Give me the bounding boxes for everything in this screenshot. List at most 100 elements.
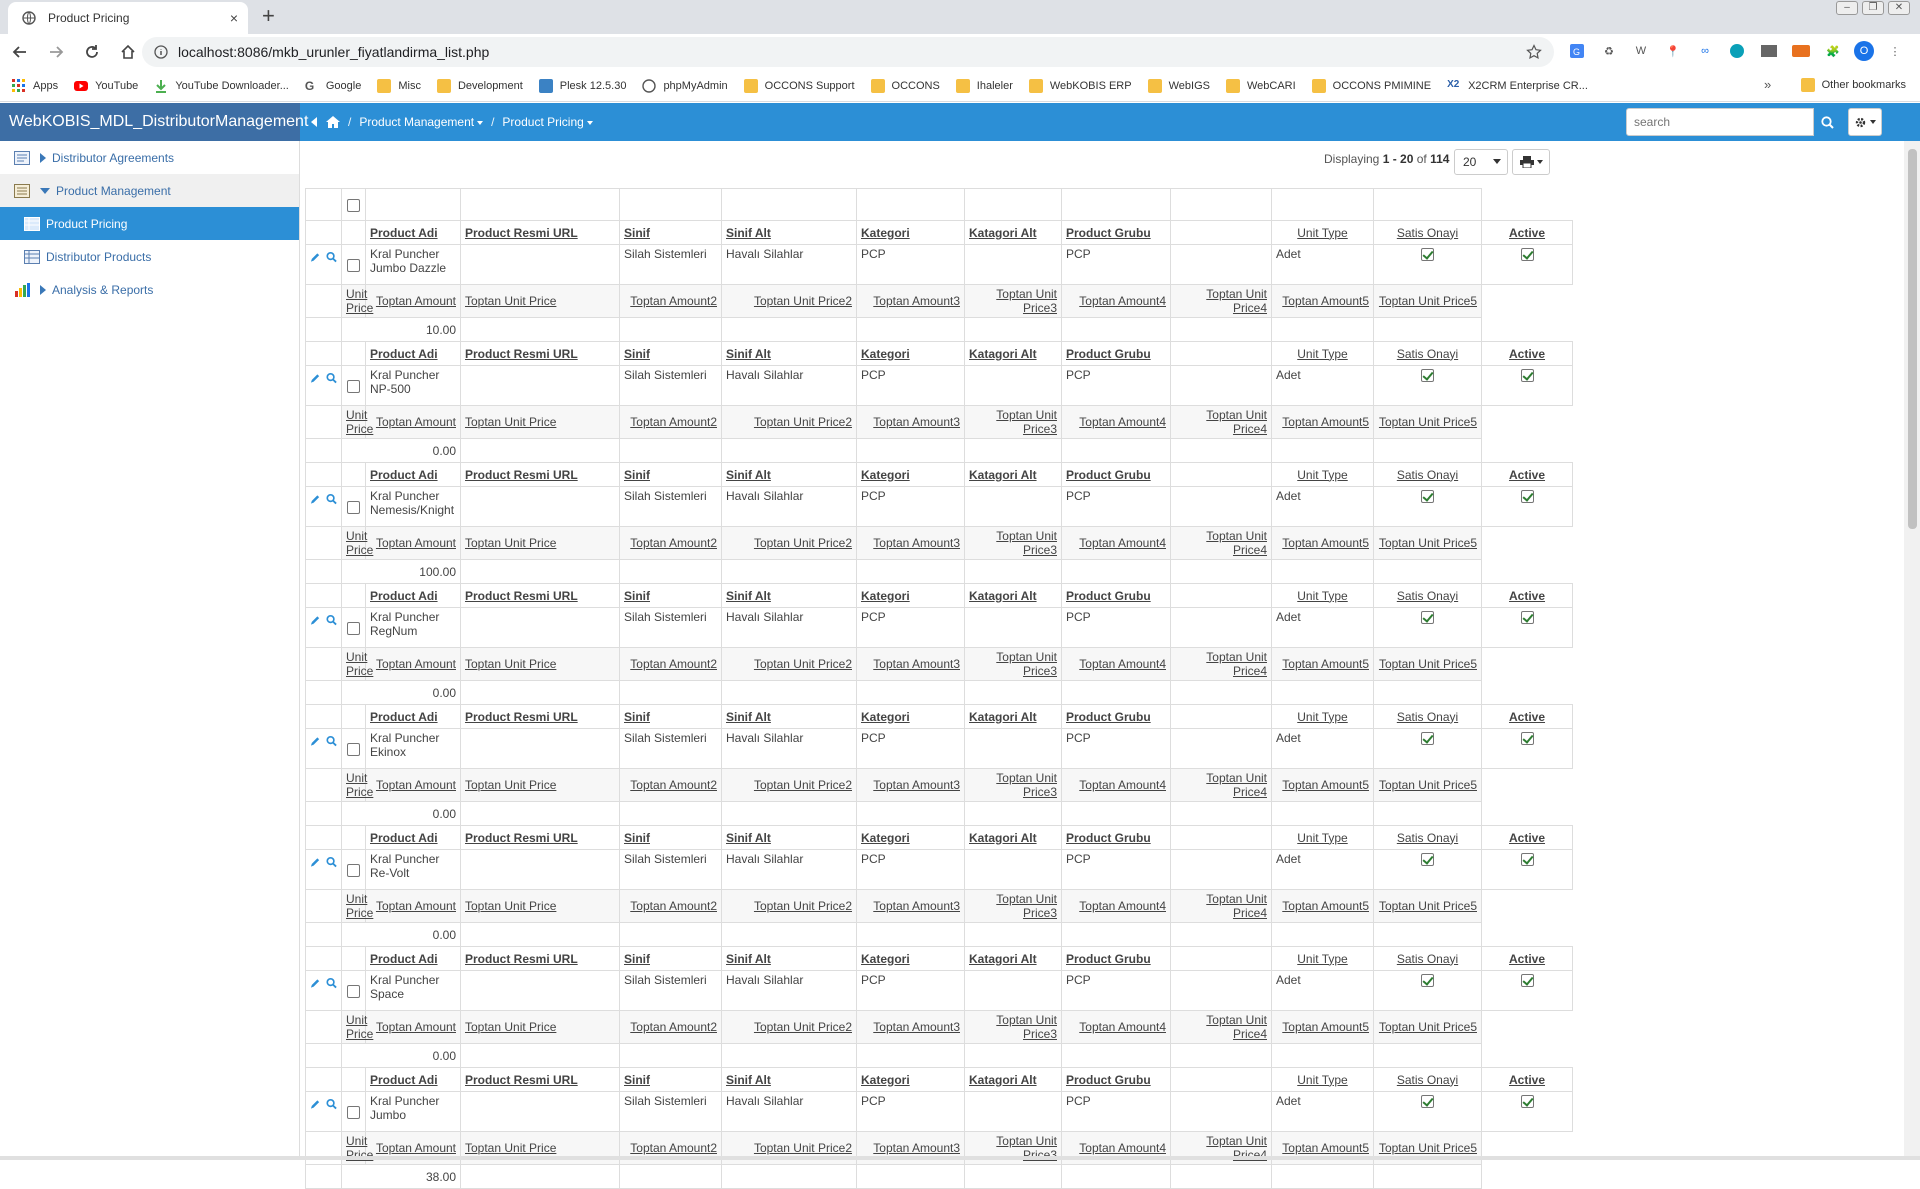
scrollbar-thumb[interactable] [1908,149,1917,529]
bookmark-webigs[interactable]: WebIGS [1147,78,1210,93]
price-header-toptan-unit-price[interactable]: Toptan Unit Price [465,1020,556,1034]
column-header-katagori-alt[interactable]: Katagori Alt [969,226,1037,240]
price-header-toptan-unit-price5[interactable]: Toptan Unit Price5 [1379,294,1477,308]
globe-ext-icon[interactable] [1726,40,1748,62]
row-select-checkbox[interactable] [347,500,360,514]
column-header-active[interactable]: Active [1509,952,1545,966]
price-header-toptan-amount[interactable]: Toptan Amount [376,899,456,913]
satis-onayi-checkbox[interactable] [1421,248,1434,262]
column-header-unit-type[interactable]: Unit Type [1297,347,1347,361]
close-tab-icon[interactable]: × [230,10,238,26]
column-header-sinif-alt[interactable]: Sinif Alt [726,831,771,845]
price-header-toptan-unit-price3[interactable]: Toptan Unit Price3 [996,1013,1057,1041]
column-header-unit-type[interactable]: Unit Type [1297,468,1347,482]
translate-icon[interactable]: G [1566,40,1588,62]
column-header-unit-type[interactable]: Unit Type [1297,710,1347,724]
pin-icon[interactable]: 📍 [1662,40,1684,62]
price-header-toptan-amount[interactable]: Toptan Amount [376,1141,456,1155]
home-icon[interactable] [326,116,340,128]
price-header-toptan-unit-price[interactable]: Toptan Unit Price [465,415,556,429]
edit-pencil-icon[interactable] [310,372,321,384]
price-header-toptan-amount3[interactable]: Toptan Amount3 [873,415,960,429]
price-header-toptan-amount5[interactable]: Toptan Amount5 [1282,657,1369,671]
price-header-toptan-unit-price4[interactable]: Toptan Unit Price4 [1206,529,1267,557]
satis-onayi-checkbox[interactable] [1421,853,1434,867]
horizontal-scrollbar[interactable] [0,1156,1920,1160]
forward-button[interactable] [40,36,72,68]
price-header-toptan-unit-price4[interactable]: Toptan Unit Price4 [1206,287,1267,315]
html-icon[interactable] [1758,40,1780,62]
price-header-toptan-unit-price2[interactable]: Toptan Unit Price2 [754,899,852,913]
bookmark-youtube[interactable]: YouTube [74,79,138,93]
sidebar-item-analysis-reports[interactable]: Analysis & Reports [0,273,299,306]
price-header-toptan-unit-price5[interactable]: Toptan Unit Price5 [1379,778,1477,792]
sidebar-item-distributor-products[interactable]: Distributor Products [0,240,299,273]
edit-pencil-icon[interactable] [310,735,321,747]
bookmark-occons-pmimine[interactable]: OCCONS PMIMINE [1311,78,1431,93]
view-magnifier-icon[interactable] [326,977,337,989]
price-header-toptan-amount4[interactable]: Toptan Amount4 [1079,1020,1166,1034]
price-header-toptan-amount2[interactable]: Toptan Amount2 [630,778,717,792]
active-checkbox[interactable] [1520,369,1534,383]
column-header-active[interactable]: Active [1509,589,1545,603]
active-checkbox[interactable] [1520,974,1534,988]
column-header-product-adi[interactable]: Product Adi [370,831,438,845]
bookmark-youtube-downloader[interactable]: YouTube Downloader... [154,79,289,93]
column-header-product-grubu[interactable]: Product Grubu [1066,468,1151,482]
minimize-icon[interactable]: – [1836,1,1858,15]
column-header-sinif[interactable]: Sinif [624,710,650,724]
active-checkbox[interactable] [1520,732,1534,746]
column-header-satis-onayi[interactable]: Satis Onayi [1397,589,1458,603]
price-header-toptan-unit-price2[interactable]: Toptan Unit Price2 [754,778,852,792]
column-header-product-grubu[interactable]: Product Grubu [1066,952,1151,966]
column-header-product-adi[interactable]: Product Adi [370,347,438,361]
price-header-toptan-amount5[interactable]: Toptan Amount5 [1282,1141,1369,1155]
price-header-toptan-amount4[interactable]: Toptan Amount4 [1079,536,1166,550]
column-header-kategori[interactable]: Kategori [861,226,910,240]
column-header-kategori[interactable]: Kategori [861,468,910,482]
bookmark-occons[interactable]: OCCONS [870,78,940,93]
price-header-toptan-amount3[interactable]: Toptan Amount3 [873,1141,960,1155]
price-header-toptan-unit-price4[interactable]: Toptan Unit Price4 [1206,408,1267,436]
search-button[interactable] [1814,108,1840,136]
column-header-active[interactable]: Active [1509,226,1545,240]
price-header-toptan-unit-price3[interactable]: Toptan Unit Price3 [996,529,1057,557]
column-header-product-resmi-url[interactable]: Product Resmi URL [465,831,578,845]
price-header-toptan-amount2[interactable]: Toptan Amount2 [630,657,717,671]
bookmark-webcari[interactable]: WebCARI [1225,78,1296,93]
column-header-sinif[interactable]: Sinif [624,831,650,845]
edit-pencil-icon[interactable] [310,251,321,263]
column-header-product-resmi-url[interactable]: Product Resmi URL [465,347,578,361]
satis-onayi-checkbox[interactable] [1421,490,1434,504]
row-select-checkbox[interactable] [347,621,360,635]
column-header-product-grubu[interactable]: Product Grubu [1066,226,1151,240]
price-header-toptan-amount5[interactable]: Toptan Amount5 [1282,899,1369,913]
price-header-toptan-amount5[interactable]: Toptan Amount5 [1282,536,1369,550]
price-header-toptan-unit-price[interactable]: Toptan Unit Price [465,294,556,308]
settings-button[interactable] [1848,108,1882,136]
price-header-toptan-amount[interactable]: Toptan Amount [376,294,456,308]
column-header-sinif-alt[interactable]: Sinif Alt [726,347,771,361]
kebab-menu-icon[interactable]: ⋮ [1884,40,1906,62]
recycle-icon[interactable]: ♻ [1598,40,1620,62]
column-header-katagori-alt[interactable]: Katagori Alt [969,1073,1037,1087]
column-header-satis-onayi[interactable]: Satis Onayi [1397,952,1458,966]
price-header-toptan-unit-price5[interactable]: Toptan Unit Price5 [1379,899,1477,913]
price-header-toptan-amount4[interactable]: Toptan Amount4 [1079,294,1166,308]
view-magnifier-icon[interactable] [326,493,337,505]
row-select-checkbox[interactable] [347,379,360,393]
price-header-toptan-amount4[interactable]: Toptan Amount4 [1079,415,1166,429]
row-select-checkbox[interactable] [347,742,360,756]
price-header-toptan-amount3[interactable]: Toptan Amount3 [873,294,960,308]
new-tab-button[interactable]: + [262,5,275,27]
edit-pencil-icon[interactable] [310,1098,321,1110]
sidebar-item-distributor-agreements[interactable]: Distributor Agreements [0,141,299,174]
column-header-product-adi[interactable]: Product Adi [370,952,438,966]
price-header-toptan-unit-price[interactable]: Toptan Unit Price [465,778,556,792]
column-header-product-resmi-url[interactable]: Product Resmi URL [465,468,578,482]
bookmark-apps[interactable]: Apps [12,78,58,93]
column-header-product-adi[interactable]: Product Adi [370,589,438,603]
column-header-satis-onayi[interactable]: Satis Onayi [1397,831,1458,845]
price-header-toptan-amount[interactable]: Toptan Amount [376,415,456,429]
column-header-unit-type[interactable]: Unit Type [1297,589,1347,603]
